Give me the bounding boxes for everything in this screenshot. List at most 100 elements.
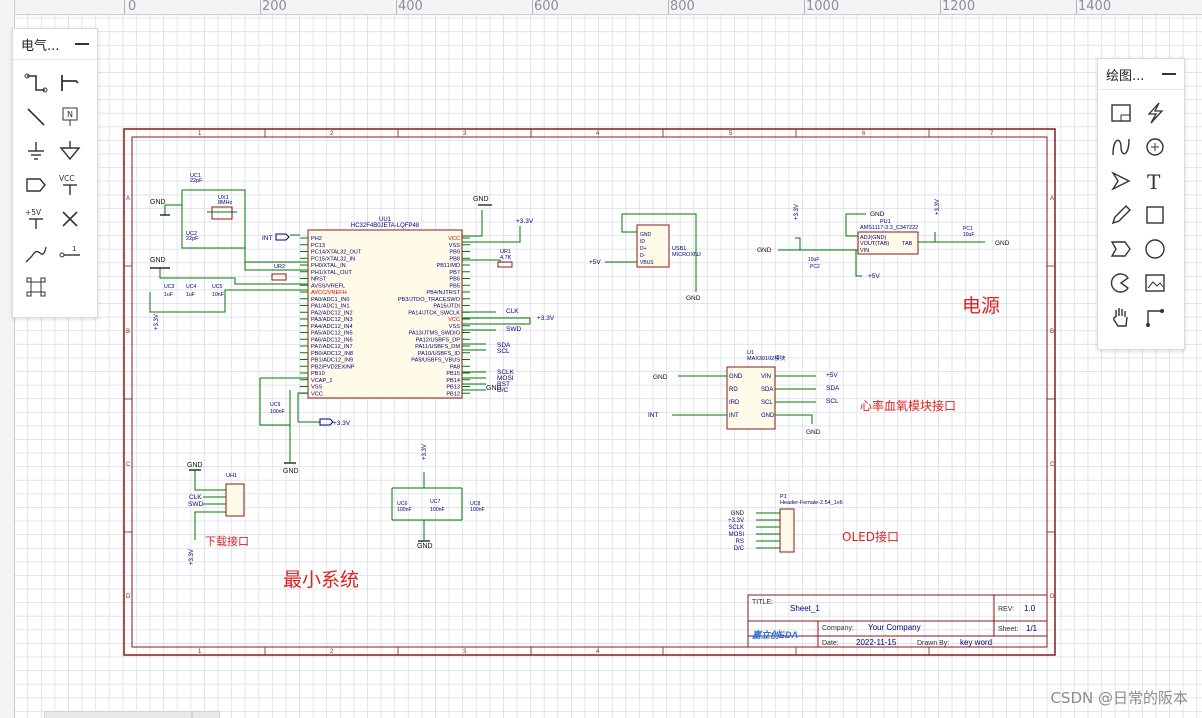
mcu-pin-label: PA15/JTDI	[433, 304, 460, 310]
svg-text:1.0: 1.0	[1024, 604, 1036, 613]
line-tool[interactable]	[19, 100, 53, 134]
svg-text:REV:: REV:	[998, 606, 1014, 613]
minimize-icon[interactable]	[1162, 73, 1176, 75]
ldo-regulator[interactable]: PU1 AMS1117-3.3_C347222 ADJ(GND) VOUT(TA…	[757, 199, 1010, 280]
svg-text:UH1: UH1	[226, 473, 237, 479]
gnd-label: GND	[283, 468, 299, 475]
oled-header-p1[interactable]: P1 Header-Female-2.54_1x6 GND +3.3V SCLK…	[728, 494, 843, 553]
schematic-frame-tool[interactable]	[1104, 96, 1138, 130]
mcu-pin-label: PB6	[449, 277, 460, 283]
svg-text:+5V: +5V	[25, 208, 42, 217]
minimize-icon[interactable]	[75, 43, 89, 45]
svg-text:+3.3V: +3.3V	[794, 204, 800, 220]
svg-text:GND: GND	[653, 374, 668, 381]
sheet-tab[interactable]	[44, 711, 192, 718]
arrow-head-icon	[1111, 171, 1131, 191]
grid-col-marker: 4	[596, 131, 600, 137]
pencil-tool[interactable]	[1104, 198, 1138, 232]
group-tool[interactable]	[19, 270, 53, 304]
svg-text:CLK: CLK	[189, 494, 202, 501]
no-connect-icon	[62, 211, 78, 227]
lightning-icon	[1147, 102, 1164, 124]
wire-tool[interactable]	[19, 66, 53, 100]
cap-uc4-ref: UC4	[186, 284, 196, 290]
svg-text:IRD: IRD	[729, 400, 740, 406]
mcu-pin-label: PA4/ADC12_IN4	[311, 324, 353, 330]
mcu-pin-label: PA2/ADC12_IN2	[311, 310, 353, 316]
grid-row-marker: D	[126, 594, 131, 600]
panel-header: 电气...	[13, 29, 97, 60]
schematic-canvas[interactable]: 1 2 3 4 5 6 7 1 2 3 4 A B C D A B C D UU…	[0, 0, 1202, 718]
net-3v3-vertical: +3.3V	[422, 444, 428, 460]
bezier-tool[interactable]	[1104, 130, 1138, 164]
arrow-tool[interactable]	[1104, 164, 1138, 198]
svg-text:SDA: SDA	[826, 385, 840, 392]
pie-tool[interactable]	[1104, 266, 1138, 300]
net-port-tool[interactable]	[19, 168, 53, 202]
usb-pin-label: VBUS	[640, 260, 654, 266]
arc-tool[interactable]	[1138, 130, 1172, 164]
pin-tool[interactable]: 1	[53, 236, 87, 270]
text-tool[interactable]: T	[1138, 164, 1172, 198]
mcu-pin-label: PB12	[446, 391, 460, 397]
net-3v3-vertical: +3.3V	[154, 314, 160, 330]
image-tool[interactable]	[1138, 266, 1172, 300]
svg-text:T: T	[1147, 170, 1161, 193]
plus5v-tool[interactable]: +5V	[19, 202, 53, 236]
rectangle-tool[interactable]	[1138, 198, 1172, 232]
svg-text:GND: GND	[729, 374, 743, 380]
svg-text:Your Company: Your Company	[868, 623, 921, 632]
usb-connector[interactable]: USB1 MICROXNJ GNDIDD+D-VBUS +5V GND	[589, 213, 701, 302]
res-ur2: UR2	[274, 264, 285, 270]
crystal-ux1[interactable]: UX1 8MHz	[211, 195, 233, 220]
svg-text:MOSI: MOSI	[729, 532, 745, 538]
cap-uc7-ref: UC7	[430, 499, 440, 505]
vcc-tool[interactable]: VCC	[53, 168, 87, 202]
dimension-tool[interactable]	[1138, 300, 1172, 334]
mcu-pin-label: PH2	[311, 236, 322, 242]
download-header-uh1[interactable]: UH1 CLK SWD +3.3V	[188, 470, 245, 565]
net-flag	[319, 418, 334, 426]
net-clk: CLK	[506, 308, 519, 315]
cap-uc5-val: 10nF	[212, 292, 224, 298]
grid-col-marker: 3	[463, 649, 467, 655]
signal-ground-tool[interactable]	[53, 134, 87, 168]
max30102-module[interactable]: U1 MAX30102模块 GND RD IRD INT VIN SDA SCL…	[648, 350, 840, 436]
cap-uc8-val: 100nF	[470, 507, 485, 513]
net-label-tool[interactable]: N	[53, 100, 87, 134]
bus-tool[interactable]	[53, 66, 87, 100]
ground-tool[interactable]	[19, 134, 53, 168]
lightning-tool[interactable]	[1138, 96, 1172, 130]
net-swd: SWD	[506, 326, 521, 333]
grid-col-marker: 5	[729, 131, 733, 137]
cap-uc9-ref: UC9	[270, 402, 280, 408]
mcu-pin-label: PA13/JTMS_SWDIO	[409, 331, 461, 337]
mcu-pin-label: PB14	[446, 378, 460, 384]
svg-text:1/1: 1/1	[1026, 624, 1038, 633]
svg-text:RD: RD	[729, 387, 738, 393]
sheet-tab-add[interactable]	[192, 711, 220, 718]
polygon-tool[interactable]	[1104, 232, 1138, 266]
sheet-frame-inner	[131, 136, 1048, 648]
mcu-pin-label: PA7/ADC12_IN7	[311, 344, 353, 350]
no-connect-tool[interactable]	[53, 202, 87, 236]
mcu-pin-label: PA6/ADC12_IN6	[311, 337, 353, 343]
group-icon	[26, 277, 46, 297]
mcu-pin-label: PB13	[446, 385, 460, 391]
panel-header: 绘图...	[1098, 59, 1184, 90]
pie-icon	[1110, 273, 1129, 293]
label-oled: OLED接口	[842, 529, 899, 544]
usb-pin-label: D+	[640, 246, 647, 252]
svg-text:+5V: +5V	[589, 259, 601, 266]
pan-tool[interactable]	[1104, 300, 1138, 334]
svg-text:+5V: +5V	[826, 372, 838, 379]
mcu-pin-label: VCAP_1	[311, 378, 332, 384]
mcu-pin-label: PA8	[450, 364, 460, 370]
probe-tool[interactable]	[19, 236, 53, 270]
circle-tool[interactable]	[1138, 232, 1172, 266]
mcu-pin-label: PA14/JTCK_SWCLK	[408, 310, 460, 316]
net-3v3: +3.3V	[537, 315, 555, 322]
grid-col-marker: 2	[330, 131, 334, 137]
svg-text:GND: GND	[806, 429, 821, 436]
mcu-chip[interactable]: UU1 HC32F4B0JETA-LQFP48 PH2PC13PC14/XTAL…	[300, 217, 470, 399]
